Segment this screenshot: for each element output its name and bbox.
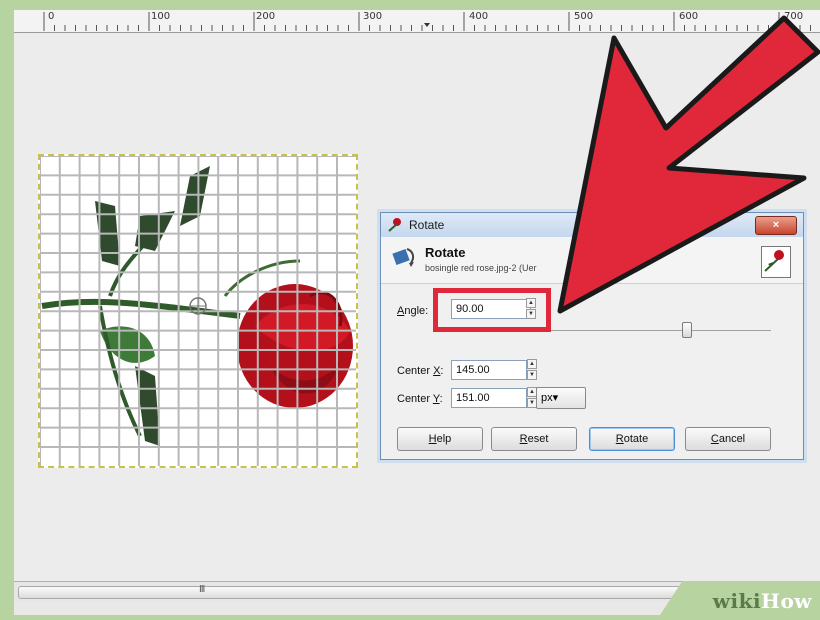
wikihow-watermark: wikiHow [660, 581, 820, 615]
pointer-arrow-icon [557, 15, 820, 314]
watermark-text: wikiHow [712, 589, 812, 613]
app-window: 0 100 200 300 400 500 600 700 III Rotate… [14, 10, 820, 615]
